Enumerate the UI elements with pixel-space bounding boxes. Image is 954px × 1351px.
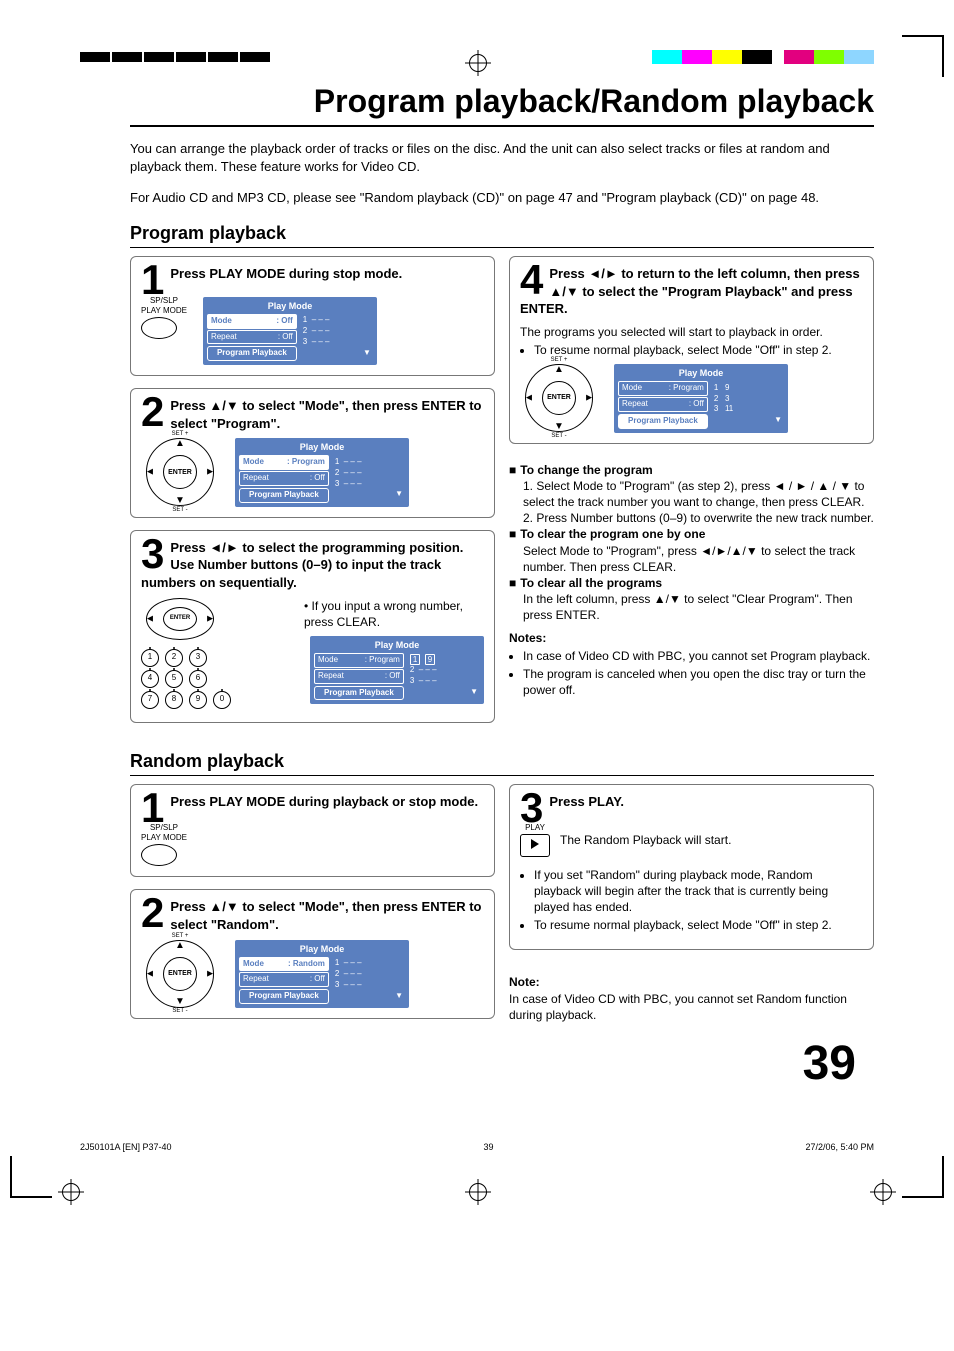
osd-panel-2: Play Mode Mode: Program Repeat: Off Prog… <box>235 438 409 507</box>
random-step-2: 2 Press ▲/▼ to select "Mode", then press… <box>130 889 495 1019</box>
nav-cluster-icon-2: SET + ▲▼◄► ENTER SET - <box>520 364 598 432</box>
registration-bottom <box>0 1153 954 1233</box>
step1-title: Press PLAY MODE during stop mode. <box>141 265 484 283</box>
program-step-3: 3 Press ◄/► to select the programming po… <box>130 530 495 723</box>
osd-panel-random: Play Mode Mode: Random Repeat: Off Progr… <box>235 940 409 1009</box>
random-step-1: 1 Press PLAY MODE during playback or sto… <box>130 784 495 878</box>
footer-right: 27/2/06, 5:40 PM <box>805 1141 874 1153</box>
step-number-3: 3 <box>141 537 164 571</box>
step-number-2: 2 <box>141 395 164 429</box>
playmode-button-icon: SP/SLP PLAY MODE <box>141 824 187 866</box>
osd-panel-1: Play Mode Mode: Off Repeat: Off Program … <box>203 297 377 366</box>
page-title: Program playback/Random playback <box>130 80 874 127</box>
playmode-button-icon: SP/SLP PLAY MODE <box>141 297 187 339</box>
step-number-1: 1 <box>141 263 164 297</box>
step3-bullet: If you input a wrong number, press CLEAR… <box>304 599 463 629</box>
footer: 2J50101A [EN] P37-40 39 27/2/06, 5:40 PM <box>0 1111 954 1153</box>
step4-bullet: To resume normal playback, select Mode "… <box>534 342 863 358</box>
page-number: 39 <box>803 1032 856 1097</box>
footer-left: 2J50101A [EN] P37-40 <box>80 1141 172 1153</box>
number-pad-icon: 123 456 7890 <box>141 646 231 712</box>
nav-cluster-icon: SET + ▲▼◄► ENTER SET - <box>141 438 219 506</box>
program-step-1: 1 Press PLAY MODE during stop mode. SP/S… <box>130 256 495 376</box>
section-program: Program playback <box>130 221 874 248</box>
play-button-icon: PLAY <box>520 824 550 856</box>
registration-top <box>0 0 954 80</box>
footer-mid: 39 <box>484 1141 494 1153</box>
program-step-4: 4 Press ◄/► to return to the left column… <box>509 256 874 444</box>
step4-text: The programs you selected will start to … <box>520 324 863 340</box>
section-random: Random playback <box>130 749 874 776</box>
step4-title: Press ◄/► to return to the left column, … <box>520 265 863 318</box>
random-step-3: 3 Press PLAY. PLAY The Random Playback w… <box>509 784 874 951</box>
nav-cluster-icon-3: SET + ▲▼◄► ENTER SET - <box>141 940 219 1008</box>
step2-title: Press ▲/▼ to select "Mode", then press E… <box>141 397 484 432</box>
intro-2: For Audio CD and MP3 CD, please see "Ran… <box>130 189 874 207</box>
random-note: Note: In case of Video CD with PBC, you … <box>509 962 874 1029</box>
osd-panel-3: Play Mode Mode: Program Repeat: Off Prog… <box>310 636 484 705</box>
program-step-2: 2 Press ▲/▼ to select "Mode", then press… <box>130 388 495 518</box>
step3-title: Press ◄/► to select the programming posi… <box>141 539 484 592</box>
step-number-4: 4 <box>520 263 543 297</box>
osd-panel-4: Play Mode Mode: Program Repeat: Off Prog… <box>614 364 788 433</box>
program-notes: ■To change the program 1. Select Mode to… <box>509 456 874 711</box>
nav-cluster-horiz-icon: ◄► ENTER <box>141 598 219 640</box>
intro-1: You can arrange the playback order of tr… <box>130 140 874 175</box>
